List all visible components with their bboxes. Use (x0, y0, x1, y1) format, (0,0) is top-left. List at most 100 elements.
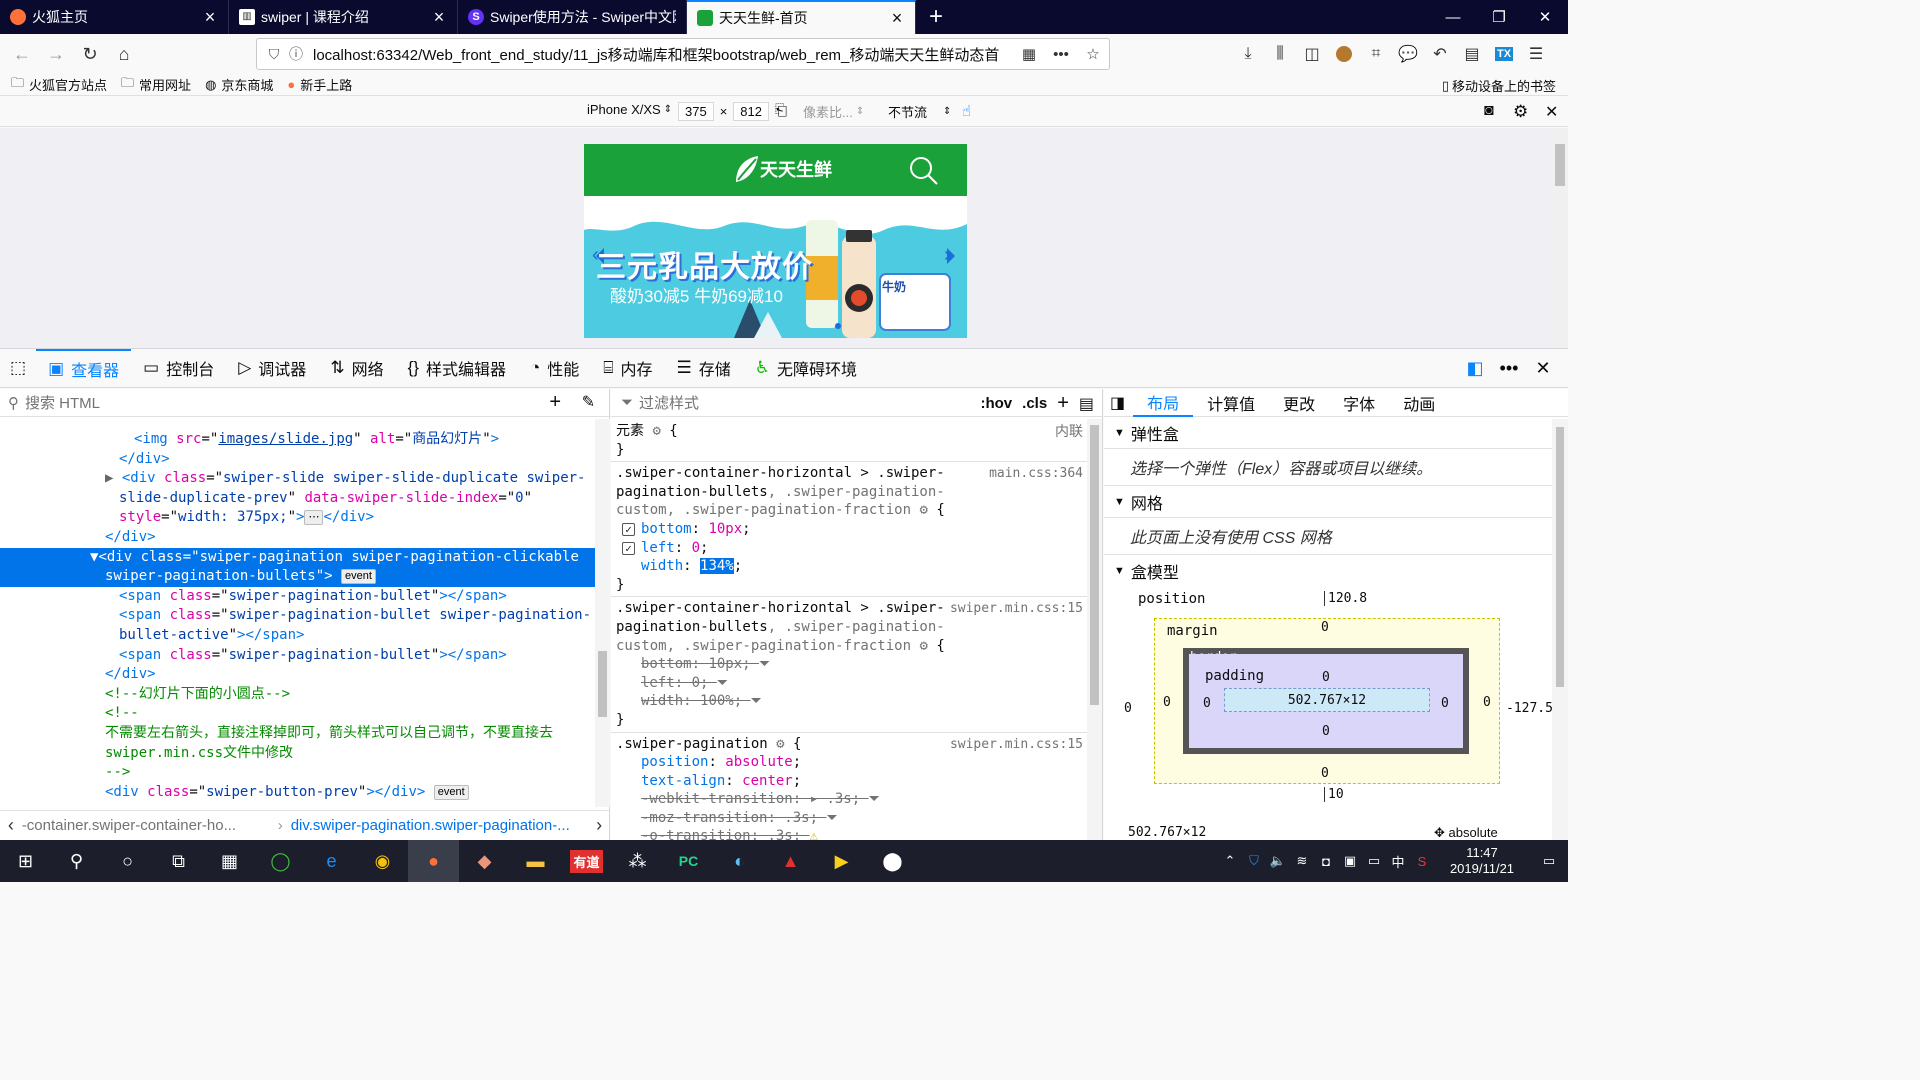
qr-code-icon[interactable]: ▦ (1013, 39, 1045, 69)
library-icon[interactable]: ⫼ (1264, 38, 1296, 70)
tab-memory[interactable]: ⌸ 内存 (591, 349, 664, 388)
prop-value[interactable]: .3s (767, 828, 792, 840)
sogou-icon[interactable]: S (1410, 854, 1434, 869)
markup-line[interactable]: <img src="images/slide.jpg" alt="商品幻灯片"> (0, 430, 595, 450)
selected-markup-line[interactable]: ▼<div class="swiper-pagination swiper-pa… (0, 547, 595, 568)
shield-icon[interactable]: ⛉ (263, 46, 285, 63)
bookmark-item[interactable]: ● 新手上路 (287, 75, 352, 94)
padding-right-value[interactable]: 0 (1441, 696, 1449, 711)
css-declaration[interactable]: text-align: center; (616, 772, 1081, 791)
pycharm-icon[interactable]: PC (663, 840, 714, 882)
wifi-icon[interactable]: ≋ (1290, 853, 1314, 869)
edge-icon[interactable]: e (306, 840, 357, 882)
margin-top-value[interactable]: 0 (1321, 620, 1329, 635)
tab-layout[interactable]: 布局 (1133, 389, 1194, 417)
bookmark-star-icon[interactable]: ☆ (1077, 39, 1109, 69)
adobe-icon[interactable]: ▲ (765, 840, 816, 882)
tray-app-icon[interactable]: ◘ (1314, 854, 1338, 869)
document-icon[interactable]: ▤ (1456, 38, 1488, 70)
breadcrumb-left-icon[interactable]: ‹ (0, 815, 22, 836)
markup-scrollbar[interactable] (595, 419, 610, 807)
event-badge[interactable]: event (433, 784, 469, 800)
tab-accessibility[interactable]: ♿ 无障碍环境 (743, 349, 869, 388)
close-icon[interactable]: × (889, 9, 905, 27)
close-devtools-icon[interactable]: ✕ (1526, 358, 1560, 379)
rotate-icon[interactable]: ⎗ (775, 102, 787, 119)
bookmark-item[interactable]: ◍ 京东商城 (205, 75, 273, 94)
position-top-value[interactable]: 120.8 (1324, 591, 1367, 606)
tab-swiper-course[interactable]: ▥ swiper | 课程介绍 × (229, 0, 458, 34)
markup-line[interactable]: style="width: 375px;"> ⋯ </div> (0, 508, 595, 528)
tab-computed[interactable]: 计算值 (1193, 389, 1269, 417)
tray-app2-icon[interactable]: ▣ (1338, 853, 1362, 869)
prop-value[interactable]: 10px (708, 521, 742, 537)
html-search-input[interactable]: 搜索 HTML (25, 392, 100, 413)
scrollbar-thumb[interactable] (598, 651, 607, 717)
prop-name[interactable]: -moz-transition (641, 810, 767, 826)
gear-icon[interactable]: ⚙ (776, 736, 784, 752)
mobile-bookmarks[interactable]: ▯ 移动设备上的书签 (1442, 76, 1556, 95)
tab-console[interactable]: ▭ 控制台 (131, 349, 226, 388)
back-icon[interactable]: ← (6, 38, 38, 70)
undo-icon[interactable]: ↶ (1424, 38, 1456, 70)
more-options-icon[interactable]: ••• (1492, 358, 1526, 379)
gear-icon[interactable]: ⚙ (919, 638, 927, 654)
screenshot-icon[interactable]: ◙ (1484, 102, 1494, 120)
cortana-icon[interactable]: ○ (102, 840, 153, 882)
youdao-icon[interactable]: 有道 (561, 840, 612, 882)
attr-value[interactable]: images/slide.jpg (218, 431, 353, 447)
tab-changes[interactable]: 更改 (1269, 389, 1329, 417)
prop-value[interactable]: 0 (692, 540, 700, 556)
markup-line[interactable]: bullet-active"></span> (0, 626, 595, 646)
tab-animations[interactable]: 动画 (1389, 389, 1449, 417)
tab-swiper-docs[interactable]: S Swiper使用方法 - Swiper中文网 (458, 0, 687, 34)
sidebar-icon[interactable]: ◫ (1296, 38, 1328, 70)
file-explorer-icon[interactable]: ▬ (510, 840, 561, 882)
filter-funnel-icon[interactable]: ⏷ (751, 692, 762, 711)
filter-funnel-icon[interactable]: ⏷ (869, 790, 880, 809)
banner-prev-arrow-icon[interactable]: ‹ (592, 244, 599, 267)
scrollbar-thumb[interactable] (1556, 427, 1564, 687)
prop-value-editing[interactable]: 134% (700, 558, 734, 575)
flexbox-section-header[interactable]: ▼ 弹性盒 (1104, 417, 1568, 449)
prop-value[interactable]: 0 (692, 675, 700, 691)
python-icon[interactable]: ⬤ (867, 840, 918, 882)
filter-funnel-icon[interactable]: ⏷ (759, 655, 770, 674)
eyedropper-icon[interactable]: ✎ (582, 392, 595, 412)
tray-expand-icon[interactable]: ⌃ (1218, 853, 1242, 869)
ime-indicator[interactable]: 中 (1386, 852, 1410, 871)
prop-name[interactable]: width (641, 693, 683, 709)
windows-start-icon[interactable]: ⊞ (0, 840, 51, 882)
position-right-value[interactable]: -127.5 (1506, 701, 1553, 716)
tab-storage[interactable]: ☰ 存储 (664, 349, 742, 388)
extension-globe-icon[interactable] (1328, 38, 1360, 70)
ring-app-icon[interactable]: ◯ (255, 840, 306, 882)
element-picker-icon[interactable]: ⬚ (0, 349, 36, 388)
css-declaration[interactable]: width: 134%; (616, 557, 1081, 576)
add-node-icon[interactable]: + (549, 391, 561, 414)
prop-name[interactable]: bottom (641, 656, 692, 672)
prop-name[interactable]: text-align (641, 773, 725, 789)
bookmark-item[interactable]: 🗀 常用网址 (121, 74, 191, 96)
prop-name[interactable]: -webkit-transition (641, 791, 793, 807)
tab-fresh-home[interactable]: 天天生鲜-首页 × (687, 0, 916, 34)
toggle-pane-icon[interactable]: ◨ (1110, 393, 1125, 413)
breadcrumb-right-icon[interactable]: › (588, 815, 610, 836)
css-declaration-overridden[interactable]: width: 100%; ⏷ (616, 692, 1081, 711)
site-logo[interactable]: 天天生鲜 (732, 154, 832, 184)
css-declaration[interactable]: position: absolute; (616, 753, 1081, 772)
breadcrumb-item[interactable]: -container.swiper-container-ho... (22, 817, 270, 834)
markup-line[interactable]: </div> (0, 665, 595, 685)
new-tab-button[interactable]: + (916, 0, 956, 34)
prop-value[interactable]: 100% (700, 693, 734, 709)
padding-left-value[interactable]: 0 (1203, 696, 1211, 711)
tab-fonts[interactable]: 字体 (1329, 389, 1389, 417)
comment-line[interactable]: --> (0, 763, 595, 783)
declaration-checkbox[interactable]: ✓ (622, 522, 635, 536)
padding-top-value[interactable]: 0 (1322, 670, 1330, 685)
prop-value[interactable]: 10px (708, 656, 742, 672)
position-bottom-value[interactable]: 10 (1324, 787, 1344, 802)
gear-icon[interactable]: ⚙ (919, 502, 927, 518)
expand-triangle-icon[interactable]: ▶ (105, 470, 113, 486)
layout-scrollbar[interactable] (1552, 419, 1568, 840)
